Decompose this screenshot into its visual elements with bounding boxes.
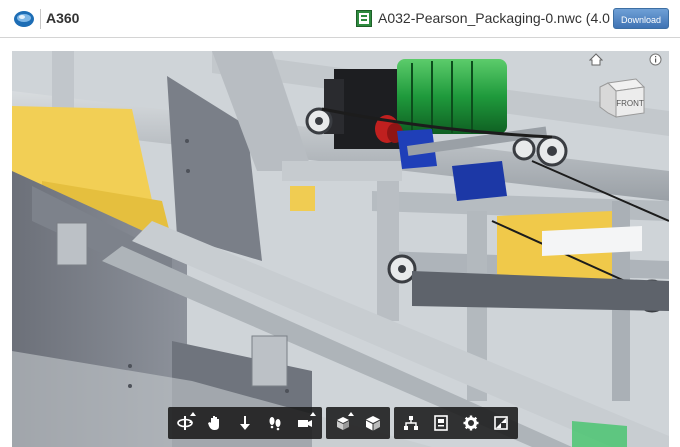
section-box-icon bbox=[366, 416, 380, 431]
explode-button[interactable] bbox=[328, 407, 358, 439]
walk-button[interactable] bbox=[260, 407, 290, 439]
file-name: A032-Pearson_Packaging-0.nwc (4.0 MB) bbox=[378, 10, 639, 26]
navigation-tools-group bbox=[168, 407, 322, 439]
model-browser-button[interactable] bbox=[396, 407, 426, 439]
file-name-text: A032-Pearson_Packaging-0.nwc bbox=[378, 10, 582, 26]
camera-button[interactable] bbox=[290, 407, 320, 439]
explode-icon bbox=[337, 417, 349, 430]
dolly-icon bbox=[240, 416, 250, 430]
home-icon[interactable] bbox=[589, 53, 603, 66]
viewcube-face-label: FRONT bbox=[616, 99, 644, 108]
3d-viewer-canvas[interactable]: FRONT bbox=[12, 51, 669, 447]
settings-tools-group bbox=[394, 407, 518, 439]
walk-icon bbox=[269, 417, 281, 431]
settings-icon bbox=[463, 415, 479, 431]
settings-button[interactable] bbox=[456, 407, 486, 439]
orbit-button[interactable] bbox=[170, 407, 200, 439]
app-header: A360 A032-Pearson_Packaging-0.nwc (4.0 M… bbox=[0, 0, 680, 38]
orbit-icon bbox=[177, 416, 193, 430]
camera-menu-caret bbox=[310, 412, 316, 416]
camera-icon bbox=[298, 420, 312, 427]
explode-menu-caret bbox=[348, 412, 354, 416]
pan-button[interactable] bbox=[200, 407, 230, 439]
fullscreen-icon bbox=[494, 416, 508, 430]
properties-icon bbox=[434, 415, 448, 431]
app-title: A360 bbox=[46, 10, 80, 26]
model-browser-icon bbox=[404, 416, 418, 430]
conveyor-model-render[interactable] bbox=[12, 51, 669, 447]
fullscreen-button[interactable] bbox=[486, 407, 516, 439]
section-box-button[interactable] bbox=[358, 407, 388, 439]
download-button[interactable]: Download bbox=[613, 8, 669, 29]
model-tools-group bbox=[326, 407, 390, 439]
viewcube[interactable]: FRONT bbox=[598, 77, 648, 121]
properties-button[interactable] bbox=[426, 407, 456, 439]
orbit-menu-caret bbox=[190, 412, 196, 416]
viewer-toolbar bbox=[168, 407, 518, 439]
pan-icon bbox=[208, 416, 219, 430]
header-divider bbox=[40, 9, 41, 29]
info-icon[interactable] bbox=[649, 53, 662, 66]
dolly-button[interactable] bbox=[230, 407, 260, 439]
a360-logo-icon bbox=[14, 11, 34, 27]
nwc-file-icon bbox=[356, 10, 372, 27]
